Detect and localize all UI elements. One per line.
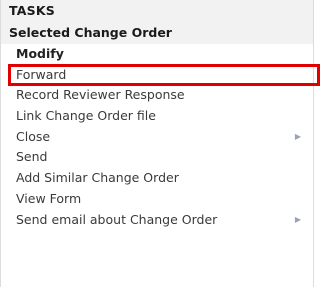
menu-item-modify[interactable]: Modify [1,44,313,65]
menu-item-record-reviewer-response[interactable]: Record Reviewer Response [1,85,313,106]
menu-item-label: Modify [16,46,64,61]
menu-item-add-similar-change-order[interactable]: Add Similar Change Order [1,168,313,189]
tasks-header: TASKS [1,0,313,22]
menu-item-label: Send email about Change Order [16,211,218,227]
menu-item-label: View Form [16,190,82,206]
menu-item-link-change-order-file[interactable]: Link Change Order file [1,106,313,127]
menu-item-label: Send [16,149,48,165]
tasks-panel: TASKS Selected Change Order Modify Forwa… [0,0,320,287]
menu-item-label: Forward [16,66,67,82]
chevron-right-icon: ▶ [294,131,301,141]
menu-item-send-email[interactable]: Send email about Change Order ▶ [1,210,313,231]
menu-item-label: Link Change Order file [16,108,156,124]
menu-item-label: Add Similar Change Order [16,170,179,186]
section-title: Selected Change Order [1,22,313,44]
menu-item-label: Record Reviewer Response [16,87,185,103]
menu-item-send[interactable]: Send [1,147,313,168]
chevron-right-icon: ▶ [294,214,301,224]
menu-item-view-form[interactable]: View Form [1,189,313,210]
menu-item-close[interactable]: Close ▶ [1,127,313,148]
menu-item-forward[interactable]: Forward [8,63,320,87]
menu-item-label: Close [16,128,51,144]
